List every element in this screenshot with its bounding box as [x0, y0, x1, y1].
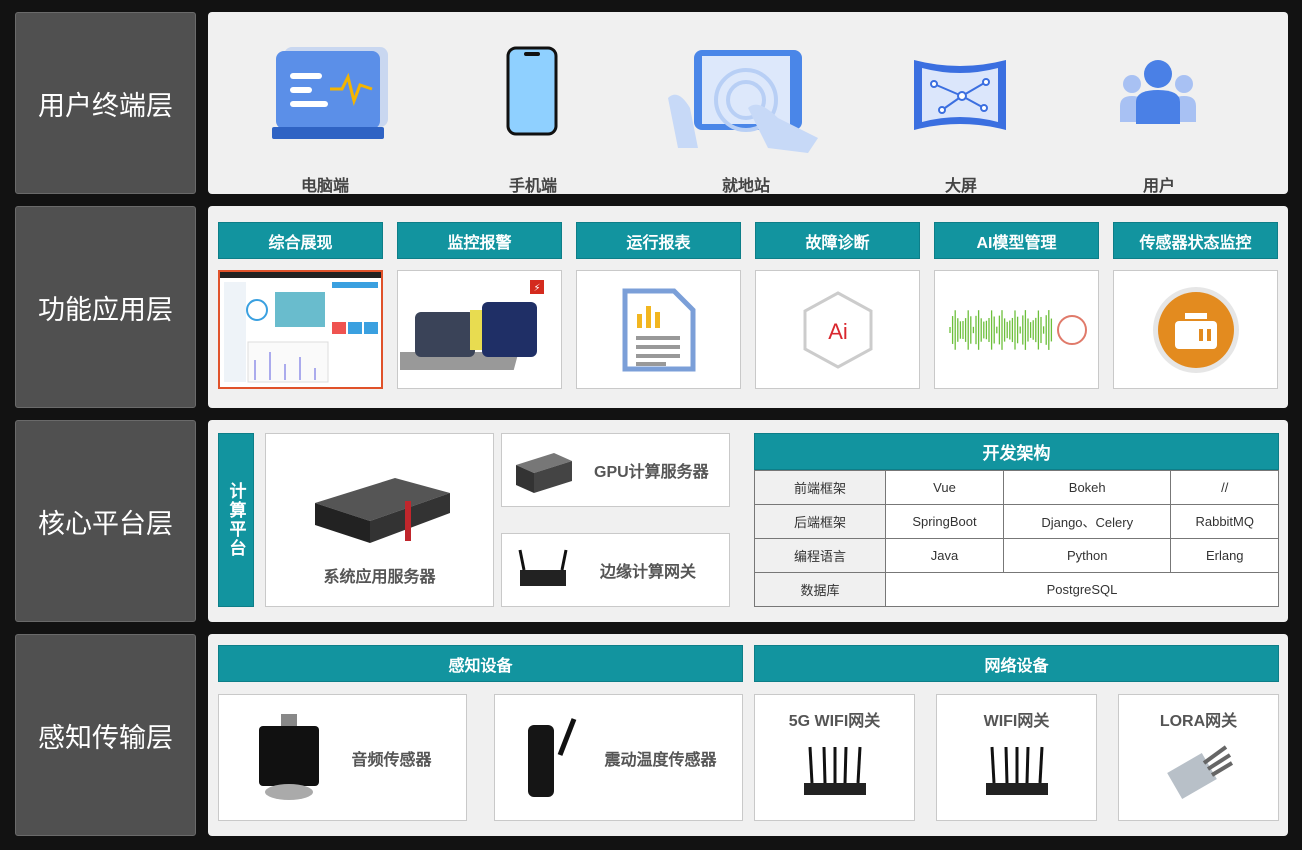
row-label: 后端框架	[754, 504, 886, 539]
tablet-touch-icon	[668, 50, 818, 153]
edge-gateway-card: 边缘计算网关	[501, 533, 730, 607]
ai-voice-wave-icon	[934, 270, 1099, 389]
function-header-overview[interactable]: 综合展现	[218, 222, 383, 259]
function-header-diagnosis[interactable]: 故障诊断	[755, 222, 920, 259]
table-cell: RabbitMQ	[1170, 504, 1279, 539]
row-label: 编程语言	[754, 538, 886, 573]
table-cell: Bokeh	[1002, 470, 1172, 505]
dashboard-screenshot	[218, 270, 383, 389]
svg-text:⚡: ⚡	[533, 283, 540, 294]
head-icon	[1056, 314, 1087, 345]
sensing-devices-header: 感知设备	[218, 645, 743, 682]
ai-text: Ai	[828, 319, 848, 344]
edge-gateway-icon	[518, 549, 568, 586]
terminal-label-user: 用户	[1142, 178, 1175, 195]
table-cell: Java	[885, 538, 1004, 573]
layer-label-application: 功能应用层	[15, 206, 196, 408]
big-screen-icon	[914, 60, 1006, 130]
router-icon	[985, 746, 1048, 795]
table-cell: SpringBoot	[885, 504, 1004, 539]
report-icon	[576, 270, 741, 389]
5g-wifi-gateway-card: 5G WIFI网关	[754, 694, 915, 821]
vibration-sensor-card: 震动温度传感器	[494, 694, 743, 821]
dev-architecture-title: 开发架构	[754, 433, 1279, 470]
sensor-status-icon	[1113, 270, 1278, 389]
users-icon	[1120, 60, 1196, 124]
layer-label-platform: 核心平台层	[15, 420, 196, 622]
dev-architecture-table: 前端框架 Vue Bokeh// 后端框架 SpringBoot Django、Cele…	[754, 470, 1279, 607]
vibration-sensor-icon	[528, 717, 577, 797]
lora-gateway-label: LORA网关	[1159, 713, 1238, 730]
table-row: 数据库 PostgreSQL	[754, 572, 1279, 607]
edge-gateway-label: 边缘计算网关	[600, 564, 697, 581]
audio-sensor-card: 音频传感器	[218, 694, 467, 821]
gpu-server-label: GPU计算服务器	[594, 464, 709, 481]
function-header-alarm[interactable]: 监控报警	[397, 222, 562, 259]
terminal-label-phone: 手机端	[508, 178, 557, 195]
ai-diagnosis-icon: Ai	[755, 270, 920, 389]
compute-platform-label: 计算平台	[218, 433, 254, 607]
motor-pump-image: ⚡	[397, 270, 562, 389]
terminal-label-screen: 大屏	[944, 178, 977, 195]
terminal-panel: 电脑端 手机端 就地站 大屏 用户	[208, 12, 1288, 195]
table-row: 后端框架 SpringBoot Django、Celery RabbitMQ	[754, 504, 1279, 539]
layer-label-terminal: 用户终端层	[15, 12, 196, 194]
wifi-gateway-label: WIFI网关	[983, 713, 1050, 730]
function-header-report[interactable]: 运行报表	[576, 222, 741, 259]
table-cell: Django、Celery	[1002, 504, 1172, 539]
network-devices-header: 网络设备	[754, 645, 1279, 682]
audio-sensor-icon	[259, 713, 320, 800]
lora-gateway-icon	[1166, 745, 1233, 799]
function-header-sensor-status[interactable]: 传感器状态监控	[1113, 222, 1278, 259]
terminal-label-station: 就地站	[721, 178, 770, 195]
router-icon	[803, 746, 866, 795]
table-cell: //	[1170, 470, 1279, 505]
table-cell: Python	[1002, 538, 1172, 573]
function-header-ai-model[interactable]: AI模型管理	[934, 222, 1099, 259]
wifi-gateway-card: WIFI网关	[936, 694, 1097, 821]
lora-gateway-card: LORA网关	[1118, 694, 1279, 821]
app-server-label: 系统应用服务器	[323, 569, 436, 586]
gpu-server-card: GPU计算服务器	[501, 433, 730, 507]
row-label: 数据库	[754, 572, 886, 607]
vibration-sensor-label: 震动温度传感器	[604, 751, 717, 769]
phone-icon	[506, 46, 558, 136]
layer-label-perception: 感知传输层	[15, 634, 196, 836]
table-row: 编程语言 Java Python Erlang	[754, 538, 1279, 573]
table-row: 前端框架 Vue Bokeh//	[754, 470, 1279, 505]
rack-server-icon	[314, 478, 450, 543]
5g-wifi-gateway-label: 5G WIFI网关	[788, 713, 881, 730]
table-cell: PostgreSQL	[885, 572, 1279, 607]
computer-icon	[272, 47, 388, 139]
gpu-server-icon	[516, 453, 572, 493]
app-server-card: 系统应用服务器	[265, 433, 494, 607]
terminal-label-pc: 电脑端	[300, 178, 349, 195]
table-cell: Erlang	[1170, 538, 1279, 573]
table-cell: Vue	[885, 470, 1004, 505]
row-label: 前端框架	[754, 470, 886, 505]
audio-sensor-label: 音频传感器	[351, 751, 432, 769]
